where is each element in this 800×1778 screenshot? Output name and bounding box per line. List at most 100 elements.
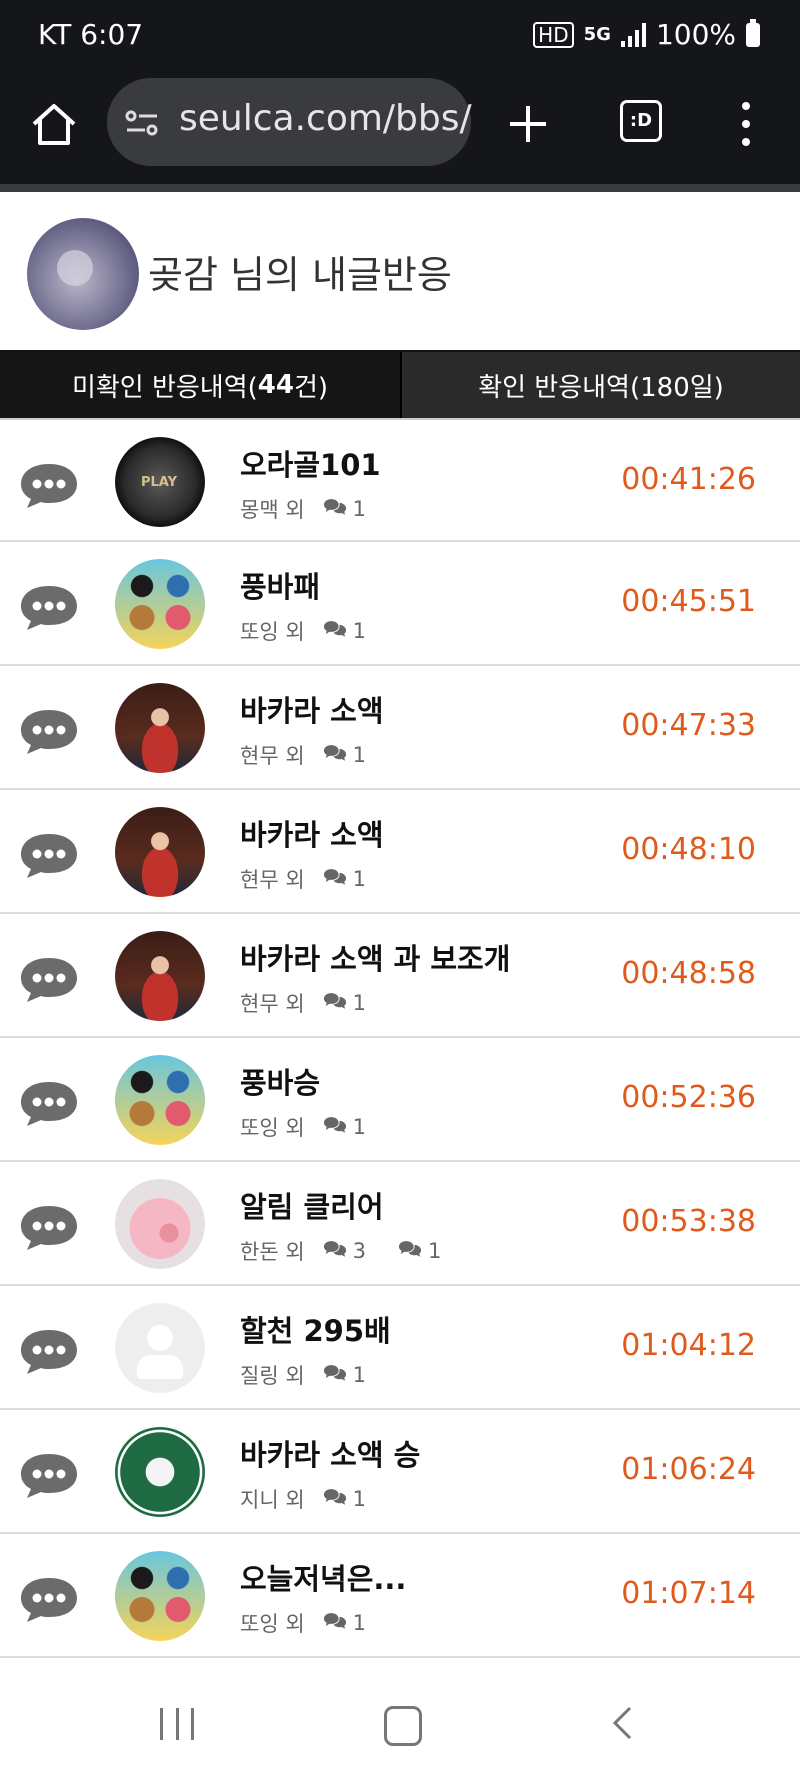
post-meta: 지니 외 1: [240, 1484, 366, 1514]
list-item[interactable]: 오늘저녁은... 또잉 외 1 01:07:14: [0, 1534, 800, 1658]
comment-count-value: 1: [352, 1487, 367, 1511]
recents-icon[interactable]: [160, 1708, 194, 1740]
elapsed-time: 00:53:38: [621, 1204, 756, 1239]
chat-bubble-icon: [17, 706, 81, 756]
comment-count: 3: [323, 1239, 366, 1263]
comment-count-value: 1: [352, 1115, 367, 1139]
reply-count-value: 1: [428, 1239, 442, 1263]
post-title[interactable]: 알림 클리어: [240, 1184, 384, 1226]
site-settings-icon[interactable]: [125, 108, 159, 138]
comment-count: 1: [323, 867, 366, 891]
comment-count: 1: [323, 497, 366, 521]
profile-avatar: [27, 218, 139, 330]
list-item[interactable]: 오라골101 몽맥 외 1 00:41:26: [0, 418, 800, 542]
comment-icon: [323, 497, 347, 521]
post-thumbnail: [115, 437, 205, 527]
elapsed-time: 00:48:58: [621, 956, 756, 991]
tab-confirmed[interactable]: 확인 반응내역(180일): [400, 352, 800, 418]
toolbar-divider: [0, 184, 800, 192]
post-meta: 질링 외 1: [240, 1360, 366, 1390]
comment-count: 1: [323, 991, 366, 1015]
url-text: seulca.com/bbs/: [179, 98, 472, 139]
chat-bubble-icon: [17, 582, 81, 632]
reactor-name: 질링 외: [240, 1364, 305, 1388]
chat-bubble-icon: [17, 830, 81, 880]
post-title[interactable]: 풍바승: [240, 1060, 320, 1102]
system-nav-bar: [0, 1660, 800, 1778]
tab-unconfirmed-label: 미확인 반응내역(: [71, 372, 258, 403]
list-item[interactable]: 바카라 소액 현무 외 1 00:47:33: [0, 666, 800, 790]
post-title[interactable]: 할천 295배: [240, 1308, 391, 1350]
list-item[interactable]: 할천 295배 질링 외 1 01:04:12: [0, 1286, 800, 1410]
home-nav-icon[interactable]: [384, 1706, 422, 1746]
comment-count-value: 1: [352, 1611, 367, 1635]
chat-bubble-icon: [17, 1450, 81, 1500]
reply-count: 1: [398, 1239, 441, 1263]
post-thumbnail: [115, 1427, 205, 1517]
post-title[interactable]: 바카라 소액: [240, 812, 384, 854]
list-item[interactable]: 바카라 소액 승 지니 외 1 01:06:24: [0, 1410, 800, 1534]
status-bar: KT 6:07 HD 5G 100%: [0, 0, 800, 72]
comment-icon: [323, 743, 347, 767]
comment-count: 1: [323, 743, 366, 767]
list-item[interactable]: 알림 클리어 한돈 외 3 1 00:53:38: [0, 1162, 800, 1286]
new-tab-icon[interactable]: [506, 102, 550, 146]
elapsed-time: 00:41:26: [621, 462, 756, 497]
chat-bubble-icon: [17, 1078, 81, 1128]
post-title[interactable]: 바카라 소액 승: [240, 1432, 420, 1474]
comment-count-value: 3: [352, 1239, 367, 1263]
post-meta: 현무 외 1: [240, 864, 366, 894]
comment-icon: [323, 1487, 347, 1511]
page-title: 곶감 님의 내글반응: [148, 253, 452, 297]
address-bar[interactable]: seulca.com/bbs/: [107, 78, 472, 166]
comment-count-value: 1: [352, 991, 367, 1015]
reply-icon: [398, 1239, 422, 1263]
post-title[interactable]: 오늘저녁은...: [240, 1556, 406, 1598]
battery-icon: [746, 18, 760, 47]
reactor-name: 지니 외: [240, 1488, 305, 1512]
list-item[interactable]: 풍바패 또잉 외 1 00:45:51: [0, 542, 800, 666]
browser-toolbar: seulca.com/bbs/ :D: [0, 72, 800, 184]
comment-icon: [323, 1115, 347, 1139]
tab-unconfirmed[interactable]: 미확인 반응내역(44 건): [0, 352, 400, 418]
comment-count-value: 1: [352, 619, 367, 643]
comment-icon: [323, 1611, 347, 1635]
post-meta: 한돈 외 3 1: [240, 1236, 441, 1266]
reaction-tabs: 미확인 반응내역(44 건) 확인 반응내역(180일): [0, 350, 800, 420]
post-meta: 몽맥 외 1: [240, 494, 366, 524]
tab-unconfirmed-count: 44: [257, 370, 294, 400]
chat-bubble-icon: [17, 460, 81, 510]
list-item[interactable]: 바카라 소액 과 보조개 현무 외 1 00:48:58: [0, 914, 800, 1038]
list-item[interactable]: 바카라 소액 현무 외 1 00:48:10: [0, 790, 800, 914]
comment-icon: [323, 991, 347, 1015]
comment-icon: [323, 1239, 347, 1263]
post-meta: 또잉 외 1: [240, 616, 366, 646]
signal-icon: [620, 22, 646, 47]
tab-unconfirmed-suffix: 건): [293, 372, 329, 403]
reactor-name: 또잉 외: [240, 620, 305, 644]
comment-count-value: 1: [352, 1363, 367, 1387]
post-meta: 또잉 외 1: [240, 1112, 366, 1142]
more-menu-icon[interactable]: [742, 102, 750, 146]
post-title[interactable]: 바카라 소액: [240, 688, 384, 730]
post-title[interactable]: 오라골101: [240, 442, 381, 484]
comment-count-value: 1: [352, 867, 367, 891]
chat-bubble-icon: [17, 1574, 81, 1624]
chat-bubble-icon: [17, 1202, 81, 1252]
elapsed-time: 00:47:33: [621, 708, 756, 743]
profile-header: 곶감 님의 내글반응: [0, 192, 800, 350]
comment-count-value: 1: [352, 743, 367, 767]
home-icon[interactable]: [28, 98, 80, 150]
reactor-name: 또잉 외: [240, 1116, 305, 1140]
list-item[interactable]: 풍바승 또잉 외 1 00:52:36: [0, 1038, 800, 1162]
back-icon[interactable]: [612, 1706, 632, 1740]
post-title[interactable]: 풍바패: [240, 564, 320, 606]
post-thumbnail: [115, 1303, 205, 1393]
post-title[interactable]: 바카라 소액 과 보조개: [240, 936, 510, 978]
comment-count-value: 1: [352, 497, 367, 521]
carrier-time: KT 6:07: [38, 18, 144, 51]
battery-percent: 100%: [655, 18, 736, 51]
reaction-list: 오라골101 몽맥 외 1 00:41:26 풍바패 또잉 외 1 00:45:…: [0, 418, 800, 1658]
comment-icon: [323, 867, 347, 891]
tab-switcher-button[interactable]: :D: [620, 100, 662, 142]
